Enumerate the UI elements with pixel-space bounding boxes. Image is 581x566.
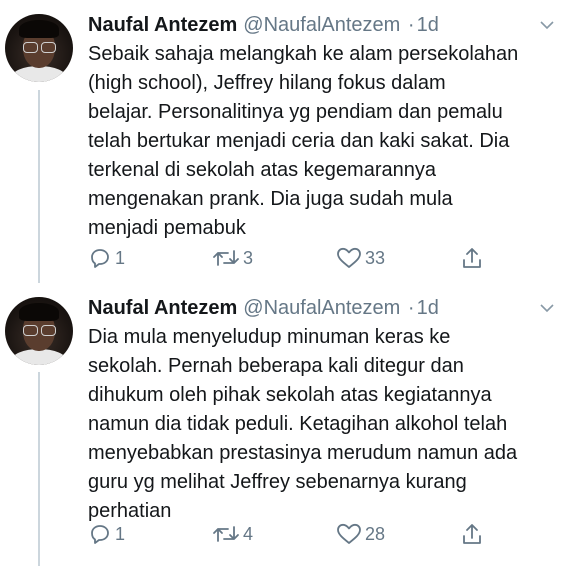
tweet-text: Dia mula menyeludup minuman keras ke sek… — [88, 326, 518, 522]
share-button[interactable] — [460, 245, 484, 271]
like-button[interactable]: 33 — [336, 245, 385, 271]
separator-dot: · — [407, 297, 415, 319]
author-handle[interactable]: @NaufalAntezem — [243, 14, 400, 36]
reply-count: 1 — [115, 247, 126, 268]
tweet-header: Naufal Antezem @NaufalAntezem · 1d — [88, 12, 439, 38]
tweet[interactable]: Naufal Antezem @NaufalAntezem · 1d Dia mul… — [0, 283, 581, 566]
heart-icon — [337, 247, 361, 268]
reply-icon — [91, 525, 109, 544]
timestamp[interactable]: 1d — [417, 297, 439, 319]
thread-line — [38, 90, 40, 283]
tweet-actions: 1 3 33 — [88, 245, 488, 271]
tweet[interactable]: Naufal Antezem @NaufalAntezem · 1d Sebaik … — [0, 0, 581, 283]
reply-count: 1 — [115, 523, 126, 544]
retweet-button[interactable]: 4 — [212, 521, 253, 547]
retweet-button[interactable]: 3 — [212, 245, 253, 271]
avatar[interactable] — [5, 14, 73, 82]
retweet-count: 3 — [243, 247, 254, 268]
reply-button[interactable]: 1 — [88, 245, 125, 271]
author-handle[interactable]: @NaufalAntezem — [243, 297, 400, 319]
reply-icon — [91, 249, 109, 268]
author-name[interactable]: Naufal Antezem — [88, 14, 237, 36]
retweet-icon — [213, 250, 239, 266]
chevron-down-icon[interactable] — [540, 18, 554, 32]
separator-dot: · — [407, 14, 415, 36]
avatar[interactable] — [5, 297, 73, 365]
tweet-text: Sebaik sahaja melangkah ke alam persekol… — [88, 43, 519, 239]
reply-button[interactable]: 1 — [88, 521, 125, 547]
tweet-header: Naufal Antezem @NaufalAntezem · 1d — [88, 295, 439, 321]
heart-icon — [337, 523, 361, 544]
author-name[interactable]: Naufal Antezem — [88, 297, 237, 319]
tweet-actions: 1 4 28 — [88, 521, 488, 547]
timestamp[interactable]: 1d — [417, 14, 439, 36]
share-button[interactable] — [460, 521, 484, 547]
retweet-count: 4 — [243, 523, 254, 544]
thread-line — [38, 372, 40, 566]
chevron-down-icon[interactable] — [540, 301, 554, 315]
like-button[interactable]: 28 — [336, 521, 385, 547]
like-count: 28 — [365, 523, 386, 544]
like-count: 33 — [365, 247, 386, 268]
share-icon — [463, 524, 481, 544]
share-icon — [463, 248, 481, 268]
retweet-icon — [213, 526, 239, 542]
